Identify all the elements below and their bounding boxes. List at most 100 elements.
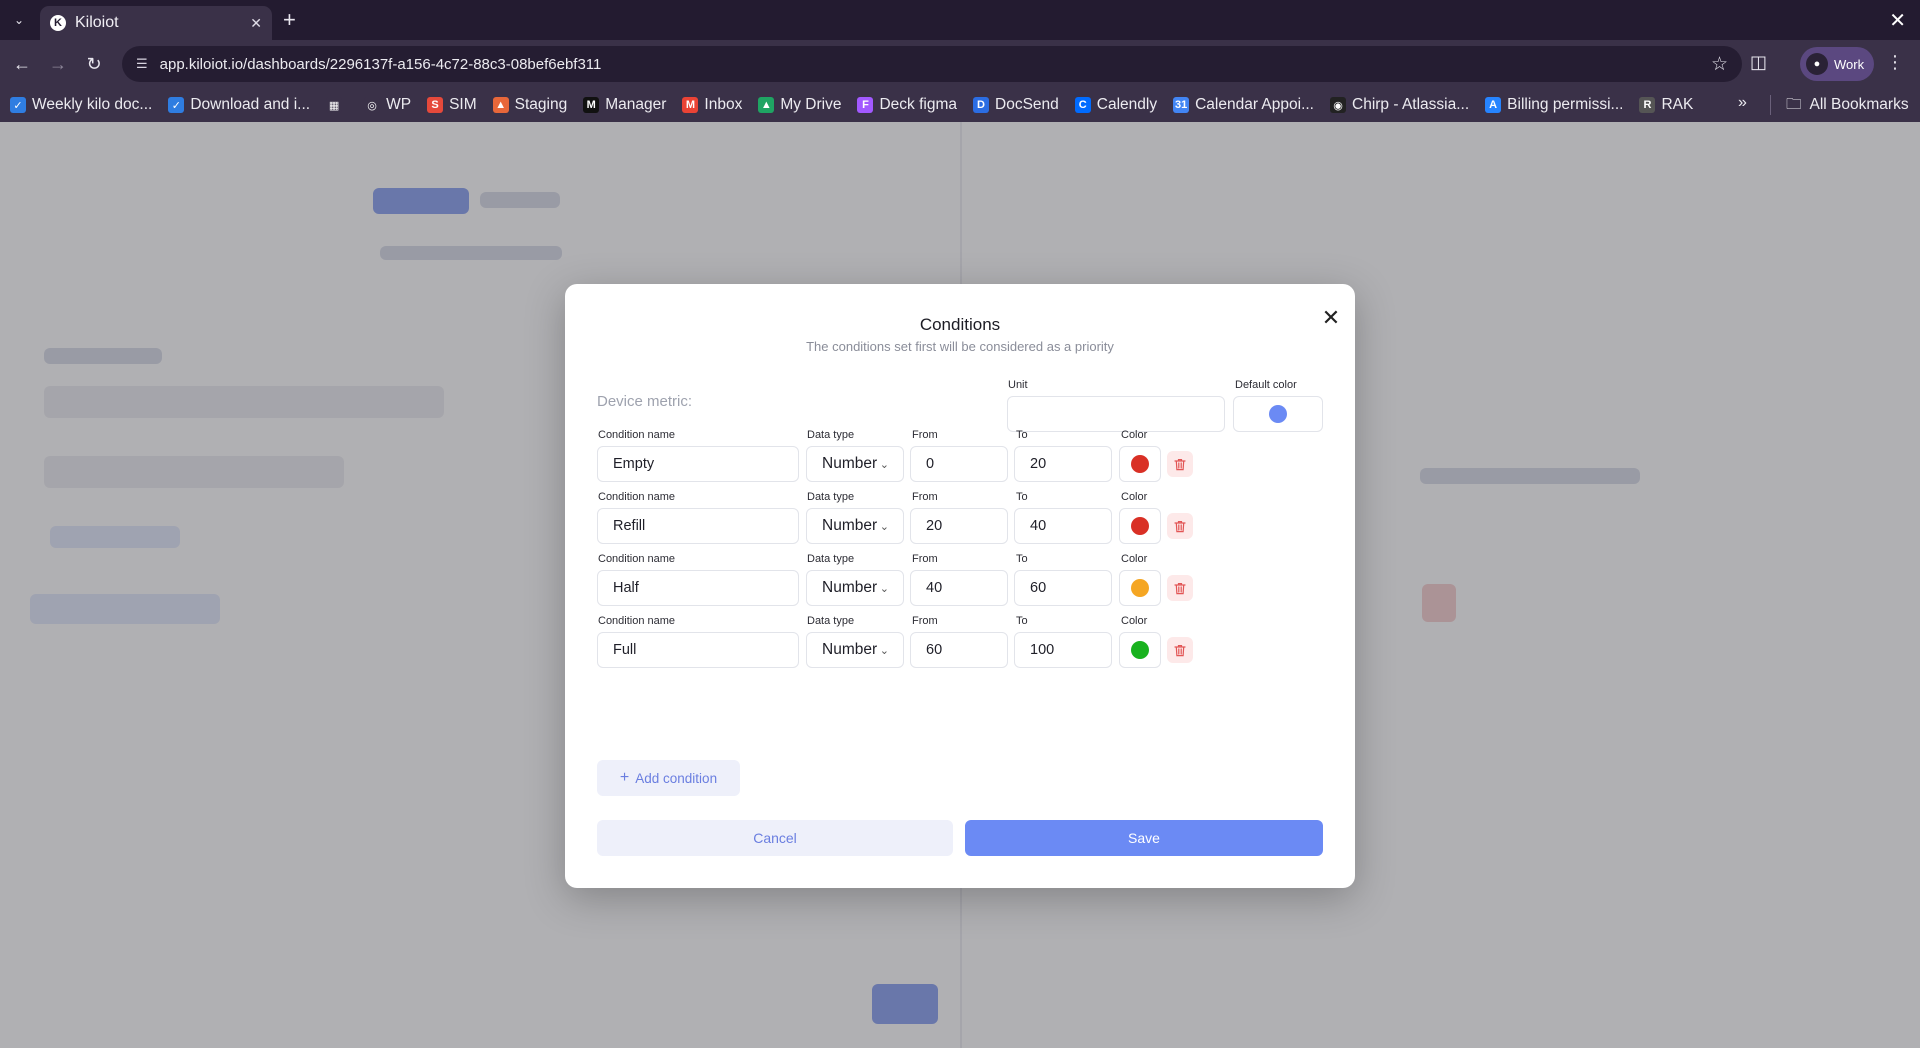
bookmark-item[interactable]: C Calendly bbox=[1074, 96, 1158, 114]
bookmark-item[interactable]: ▦ bbox=[326, 97, 348, 113]
bookmark-label: SIM bbox=[449, 96, 477, 113]
data-type-value: Number bbox=[822, 641, 878, 658]
condition-color-swatch bbox=[1131, 455, 1149, 473]
to-label: To bbox=[1016, 553, 1028, 565]
conditions-modal: ✕ Conditions The conditions set first wi… bbox=[565, 284, 1355, 888]
bookmark-item[interactable]: R RAK bbox=[1639, 96, 1693, 114]
url-text[interactable]: app.kiloiot.io/dashboards/2296137f-a156-… bbox=[160, 56, 1711, 73]
delete-condition-button[interactable] bbox=[1167, 451, 1193, 477]
device-metric-label: Device metric: bbox=[597, 393, 693, 410]
condition-color-picker[interactable] bbox=[1119, 570, 1161, 606]
color-label: Color bbox=[1121, 491, 1148, 503]
figma-icon: F bbox=[857, 97, 874, 113]
from-input[interactable] bbox=[910, 632, 1008, 668]
back-arrow-icon[interactable]: ← bbox=[10, 52, 34, 76]
delete-condition-button[interactable] bbox=[1167, 513, 1193, 539]
docsend-icon: D bbox=[973, 97, 989, 113]
delete-condition-button[interactable] bbox=[1167, 575, 1193, 601]
avatar: ● bbox=[1806, 53, 1828, 75]
tab-search-chevron-icon[interactable]: ⌄ bbox=[6, 9, 32, 31]
sim-icon: S bbox=[427, 97, 444, 113]
window-close-icon[interactable]: ✕ bbox=[1889, 8, 1906, 33]
condition-name-input[interactable] bbox=[597, 446, 799, 482]
bookmark-item[interactable]: ▲ Staging bbox=[492, 96, 567, 114]
kiloiot-favicon-icon: K bbox=[50, 15, 66, 31]
data-type-label: Data type bbox=[807, 429, 855, 441]
forward-arrow-icon[interactable]: → bbox=[46, 52, 70, 76]
tab-close-icon[interactable]: ✕ bbox=[250, 15, 262, 32]
checkbox-icon: ✓ bbox=[168, 97, 185, 113]
from-input[interactable] bbox=[910, 570, 1008, 606]
bookmark-item[interactable]: 31 Calendar Appoi... bbox=[1173, 96, 1314, 114]
data-type-value: Number bbox=[822, 517, 878, 534]
from-input[interactable] bbox=[910, 508, 1008, 544]
condition-color-swatch bbox=[1131, 641, 1149, 659]
staging-icon: ▲ bbox=[492, 97, 509, 113]
bookmark-item[interactable]: ◉ Chirp - Atlassia... bbox=[1330, 96, 1469, 114]
condition-name-input[interactable] bbox=[597, 632, 799, 668]
color-label: Color bbox=[1121, 429, 1148, 441]
bookmark-item[interactable]: M Inbox bbox=[682, 96, 742, 114]
condition-name-input[interactable] bbox=[597, 570, 799, 606]
to-input[interactable] bbox=[1014, 570, 1112, 606]
all-bookmarks-label: All Bookmarks bbox=[1809, 96, 1909, 113]
color-label: Color bbox=[1121, 615, 1148, 627]
condition-color-swatch bbox=[1131, 579, 1149, 597]
bookmark-item[interactable]: A Billing permissi... bbox=[1485, 96, 1623, 114]
bookmark-label: Manager bbox=[605, 96, 667, 113]
bookmark-item[interactable]: S SIM bbox=[427, 96, 477, 114]
condition-name-input[interactable] bbox=[597, 508, 799, 544]
gmail-icon: M bbox=[682, 97, 699, 113]
delete-condition-button[interactable] bbox=[1167, 637, 1193, 663]
to-input[interactable] bbox=[1014, 632, 1112, 668]
bookmark-item[interactable]: M Manager bbox=[583, 96, 666, 114]
unit-label: Unit bbox=[1008, 379, 1028, 391]
bookmark-item[interactable]: ✓ Download and i... bbox=[168, 96, 310, 114]
bookmarks-bar: ✓ Weekly kilo doc... ✓ Download and i... ▦ ◎ W… bbox=[0, 88, 1920, 122]
bookmark-item[interactable]: D DocSend bbox=[973, 96, 1059, 114]
toolbar: ← → ↻ ☰ app.kiloiot.io/dashboards/229613… bbox=[0, 40, 1920, 88]
tab-kiloiot[interactable]: K Kiloiot ✕ bbox=[40, 6, 272, 40]
bookmark-star-icon[interactable]: ☆ bbox=[1711, 53, 1728, 76]
condition-color-picker[interactable] bbox=[1119, 508, 1161, 544]
bookmark-item[interactable]: ✓ Weekly kilo doc... bbox=[10, 96, 152, 114]
address-bar[interactable]: ☰ app.kiloiot.io/dashboards/2296137f-a15… bbox=[122, 46, 1742, 82]
profile-label: Work bbox=[1834, 56, 1865, 72]
add-condition-button[interactable]: + Add condition bbox=[597, 760, 740, 796]
to-label: To bbox=[1016, 615, 1028, 627]
folder-icon: 🗀 bbox=[1786, 95, 1802, 113]
site-info-icon[interactable]: ☰ bbox=[136, 56, 148, 72]
data-type-select[interactable]: Number ⌄ bbox=[806, 632, 904, 668]
from-input[interactable] bbox=[910, 446, 1008, 482]
data-type-select[interactable]: Number ⌄ bbox=[806, 570, 904, 606]
default-color-picker[interactable] bbox=[1233, 396, 1323, 432]
condition-color-picker[interactable] bbox=[1119, 446, 1161, 482]
to-input[interactable] bbox=[1014, 446, 1112, 482]
reload-icon[interactable]: ↻ bbox=[82, 52, 106, 76]
profile-button[interactable]: ● Work bbox=[1800, 47, 1874, 81]
bookmark-item[interactable]: ◎ WP bbox=[364, 96, 411, 114]
calendly-icon: C bbox=[1074, 97, 1091, 113]
to-label: To bbox=[1016, 491, 1028, 503]
drive-icon: ▲ bbox=[758, 97, 775, 113]
all-bookmarks[interactable]: 🗀 All Bookmarks bbox=[1786, 88, 1909, 122]
save-button[interactable]: Save bbox=[965, 820, 1323, 856]
browser-menu-icon[interactable]: ⋮ bbox=[1886, 52, 1904, 73]
condition-name-label: Condition name bbox=[598, 491, 676, 503]
condition-color-picker[interactable] bbox=[1119, 632, 1161, 668]
bookmark-item[interactable]: ▲ My Drive bbox=[758, 96, 841, 114]
from-label: From bbox=[912, 553, 938, 565]
extensions-puzzle-icon[interactable]: ◫ bbox=[1750, 52, 1767, 73]
unit-input[interactable] bbox=[1007, 396, 1225, 432]
data-type-select[interactable]: Number ⌄ bbox=[806, 446, 904, 482]
bookmark-item[interactable]: F Deck figma bbox=[857, 96, 957, 114]
bookmark-label: Calendly bbox=[1096, 96, 1158, 113]
data-type-select[interactable]: Number ⌄ bbox=[806, 508, 904, 544]
new-tab-plus-icon[interactable]: + bbox=[283, 8, 296, 32]
bookmarks-overflow-icon[interactable]: » bbox=[1738, 94, 1747, 112]
chirp-icon: ◉ bbox=[1330, 97, 1346, 113]
data-type-value: Number bbox=[822, 579, 878, 596]
bookmark-label: WP bbox=[386, 96, 412, 113]
to-input[interactable] bbox=[1014, 508, 1112, 544]
cancel-button[interactable]: Cancel bbox=[597, 820, 953, 856]
